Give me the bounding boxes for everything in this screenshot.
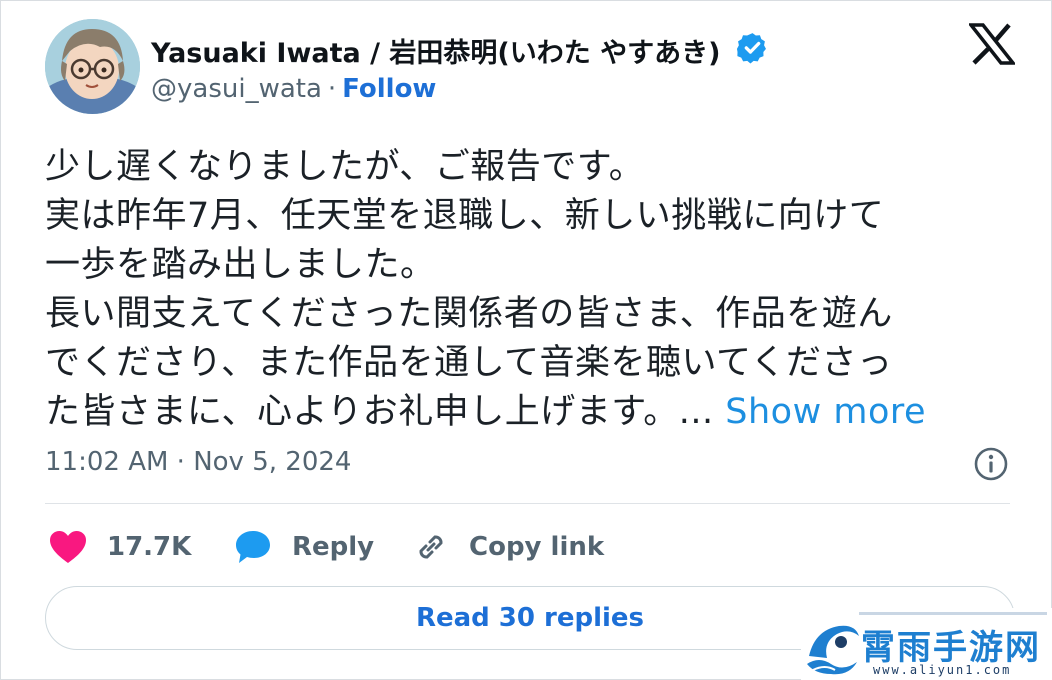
like-button[interactable]: 17.7K bbox=[49, 524, 191, 570]
avatar[interactable] bbox=[45, 19, 140, 114]
reply-label: Reply bbox=[292, 532, 375, 562]
watermark-url: www.aliyun1.com bbox=[873, 663, 1012, 677]
follow-button[interactable]: Follow bbox=[342, 74, 436, 104]
reply-button[interactable]: Reply bbox=[234, 524, 374, 570]
tweet-line-last: た皆さまに、心よりお礼申し上げます。... Show more bbox=[45, 388, 1035, 437]
tweet-line: 一歩を踏み出しました。 bbox=[45, 245, 436, 285]
tweet-line: 少し遅くなりましたが、ご報告です。 bbox=[45, 147, 645, 187]
speech-bubble-icon bbox=[236, 531, 270, 563]
tweet-line: でくださり、また作品を通して音楽を聴いてくださっ bbox=[45, 343, 893, 383]
link-icon bbox=[419, 535, 443, 559]
handle-row: @yasui_wata · Follow bbox=[151, 74, 436, 104]
info-icon[interactable] bbox=[973, 446, 1009, 482]
show-more-link[interactable]: Show more bbox=[725, 392, 926, 432]
author-display-name[interactable]: Yasuaki Iwata / 岩田恭明(いわた やすあき) bbox=[151, 31, 721, 70]
tweet-card: Yasuaki Iwata / 岩田恭明(いわた やすあき) @yasui_wa… bbox=[0, 0, 1052, 680]
handle-separator: · bbox=[327, 74, 337, 104]
tweet-line-text: た皆さまに、心よりお礼申し上げます。... bbox=[45, 392, 714, 432]
like-count: 17.7K bbox=[107, 532, 192, 562]
tweet-line: 長い間支えてくださった関係者の皆さま、作品を遊ん bbox=[45, 294, 893, 334]
copy-link-label: Copy link bbox=[469, 532, 605, 562]
tweet-timestamp[interactable]: 11:02 AM · Nov 5, 2024 bbox=[45, 447, 351, 477]
tweet-line: 実は昨年7月、任天堂を退職し、新しい挑戦に向けて bbox=[45, 196, 885, 236]
copy-link-button[interactable]: Copy link bbox=[413, 524, 604, 570]
divider bbox=[45, 503, 1010, 504]
tweet-text: 少し遅くなりましたが、ご報告です。 実は昨年7月、任天堂を退職し、新しい挑戦に向… bbox=[45, 143, 1035, 437]
x-logo-icon[interactable] bbox=[969, 23, 1015, 65]
watermark-title: 霄雨手游网 bbox=[861, 628, 1041, 668]
watermark-logo-icon bbox=[807, 625, 859, 675]
watermark: 霄雨手游网 www.aliyun1.com bbox=[801, 608, 1052, 680]
author-handle[interactable]: @yasui_wata bbox=[151, 74, 322, 104]
heart-icon bbox=[50, 531, 86, 563]
read-replies-label: Read 30 replies bbox=[415, 603, 645, 633]
verified-badge-icon bbox=[736, 33, 766, 64]
